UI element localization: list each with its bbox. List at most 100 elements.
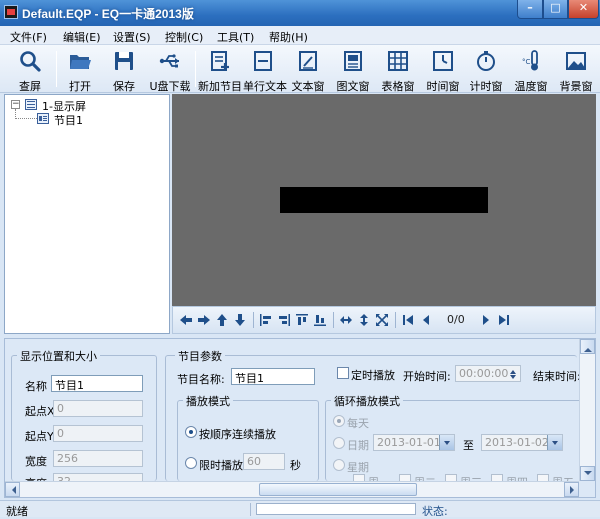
menu-file[interactable]: 文件(F) bbox=[10, 29, 47, 45]
usb-download-button[interactable]: U盘下载 bbox=[148, 47, 192, 93]
y-input[interactable]: 0 bbox=[53, 425, 143, 442]
sequential-play-radio[interactable] bbox=[185, 426, 197, 438]
background-window-button[interactable]: 背景窗 bbox=[556, 47, 596, 93]
chevron-down-icon[interactable] bbox=[439, 435, 454, 450]
first-page-icon[interactable] bbox=[401, 313, 415, 327]
text-window-button[interactable]: 文本窗 bbox=[287, 47, 329, 93]
align-right-icon[interactable] bbox=[277, 313, 291, 327]
toolbar-separator bbox=[56, 51, 57, 87]
arrow-left-icon[interactable] bbox=[179, 313, 193, 327]
menu-edit[interactable]: 编辑(E) bbox=[63, 29, 101, 45]
maximize-button[interactable]: □ bbox=[543, 0, 568, 19]
weekday-checkbox[interactable] bbox=[537, 474, 549, 481]
tree-node-program[interactable]: 节目1 bbox=[37, 112, 117, 127]
single-line-text-icon bbox=[254, 51, 272, 71]
table-icon bbox=[388, 51, 408, 71]
to-label: 至 bbox=[463, 439, 474, 452]
temperature-window-button[interactable]: °C 温度窗 bbox=[511, 47, 551, 93]
arrow-up-icon[interactable] bbox=[215, 313, 229, 327]
limited-seconds-input[interactable]: 60 bbox=[243, 453, 285, 470]
height-input[interactable]: 32 bbox=[53, 473, 143, 481]
title-bar: Default.EQP - EQ一卡通2013版 – □ ✕ bbox=[0, 0, 600, 26]
align-bottom-icon[interactable] bbox=[313, 313, 327, 327]
collapse-icon[interactable]: − bbox=[11, 100, 20, 109]
toolbar-separator bbox=[395, 312, 396, 328]
align-top-icon[interactable] bbox=[295, 313, 309, 327]
start-time-value: 00:00:00 bbox=[459, 367, 509, 380]
last-page-icon[interactable] bbox=[497, 313, 511, 327]
date-from-select[interactable]: 2013-01-01 bbox=[373, 434, 455, 451]
vertical-scrollbar[interactable] bbox=[579, 339, 595, 481]
open-button[interactable]: 打开 bbox=[60, 47, 100, 93]
menu-tools[interactable]: 工具(T) bbox=[217, 29, 254, 45]
end-time-label: 结束时间: bbox=[533, 370, 581, 383]
weekday-checkbox[interactable] bbox=[491, 474, 503, 481]
menu-settings[interactable]: 设置(S) bbox=[113, 29, 151, 45]
date-to-value: 2013-01-02 bbox=[485, 436, 549, 449]
next-page-icon[interactable] bbox=[479, 313, 493, 327]
scheduled-play-checkbox[interactable] bbox=[337, 367, 349, 379]
save-button[interactable]: 保存 bbox=[104, 47, 144, 93]
stopwatch-icon bbox=[477, 51, 495, 71]
horizontal-scrollbar[interactable] bbox=[5, 481, 579, 497]
menu-help[interactable]: 帮助(H) bbox=[269, 29, 308, 45]
timer-window-button[interactable]: 计时窗 bbox=[466, 47, 506, 93]
limited-play-radio[interactable] bbox=[185, 457, 197, 469]
weekday-checkbox[interactable] bbox=[399, 474, 411, 481]
scroll-up-icon[interactable] bbox=[580, 339, 595, 354]
single-line-text-button[interactable]: 单行文本 bbox=[243, 47, 287, 93]
date-radio[interactable] bbox=[333, 437, 345, 449]
close-button[interactable]: ✕ bbox=[568, 0, 599, 19]
weekday-label: 周一 bbox=[368, 474, 390, 481]
arrow-down-icon[interactable] bbox=[233, 313, 247, 327]
spin-icon[interactable] bbox=[507, 366, 520, 381]
table-window-button[interactable]: 表格窗 bbox=[378, 47, 418, 93]
scroll-thumb[interactable] bbox=[259, 483, 417, 496]
add-program-button[interactable]: 新加节目 bbox=[198, 47, 242, 93]
thermometer-icon: °C bbox=[522, 50, 538, 71]
preview-canvas[interactable] bbox=[172, 94, 596, 306]
display-name-input[interactable]: 节目1 bbox=[51, 375, 143, 392]
program-tree: − 1-显示屏 节目1 bbox=[4, 94, 170, 334]
height-row: 高度 32 bbox=[25, 473, 145, 481]
preview-toolbar: 0/0 bbox=[172, 306, 596, 334]
scroll-right-icon[interactable] bbox=[564, 482, 579, 497]
stretch-horizontal-icon[interactable] bbox=[339, 313, 353, 327]
tree-node-screen[interactable]: − 1-显示屏 bbox=[11, 98, 131, 113]
align-left-icon[interactable] bbox=[259, 313, 273, 327]
chevron-down-icon[interactable] bbox=[547, 435, 562, 450]
y-label: 起点Y bbox=[25, 430, 54, 443]
display-area[interactable] bbox=[280, 187, 488, 213]
name-label: 名称 bbox=[25, 380, 47, 393]
properties-panel: 显示位置和大小 名称 节目1 起点X 0 起点Y 0 宽度 256 高度 32 … bbox=[4, 338, 596, 498]
weekday-row: 周一 周二 周三 周四 周五 bbox=[353, 474, 579, 481]
program-name-input[interactable]: 节目1 bbox=[231, 368, 315, 385]
minimize-icon: – bbox=[527, 1, 533, 14]
weekday-checkbox[interactable] bbox=[445, 474, 457, 481]
stretch-vertical-icon[interactable] bbox=[357, 313, 371, 327]
scroll-left-icon[interactable] bbox=[5, 482, 20, 497]
x-input[interactable]: 0 bbox=[53, 400, 143, 417]
time-window-button[interactable]: 时间窗 bbox=[423, 47, 463, 93]
date-to-select[interactable]: 2013-01-02 bbox=[481, 434, 563, 451]
width-input[interactable]: 256 bbox=[53, 450, 143, 467]
minimize-button[interactable]: – bbox=[517, 0, 543, 19]
scroll-down-icon[interactable] bbox=[580, 466, 595, 481]
start-time-input[interactable]: 00:00:00 bbox=[455, 365, 521, 382]
background-image-icon bbox=[566, 52, 586, 70]
status-bar: 就绪 状态: bbox=[0, 500, 600, 518]
menu-control[interactable]: 控制(C) bbox=[165, 29, 203, 45]
query-screen-button[interactable]: 查屏 bbox=[8, 47, 52, 93]
arrow-right-icon[interactable] bbox=[197, 313, 211, 327]
folder-open-icon bbox=[70, 55, 91, 69]
weekday-label: 周五 bbox=[552, 474, 574, 481]
toolbar-separator bbox=[253, 312, 254, 328]
daily-radio[interactable] bbox=[333, 415, 345, 427]
week-radio[interactable] bbox=[333, 459, 345, 471]
clock-icon bbox=[433, 51, 453, 71]
fullscreen-icon[interactable] bbox=[375, 313, 389, 327]
toolbar-separator bbox=[333, 312, 334, 328]
previous-page-icon[interactable] bbox=[419, 313, 433, 327]
image-text-window-button[interactable]: 图文窗 bbox=[333, 47, 373, 93]
weekday-checkbox[interactable] bbox=[353, 474, 365, 481]
